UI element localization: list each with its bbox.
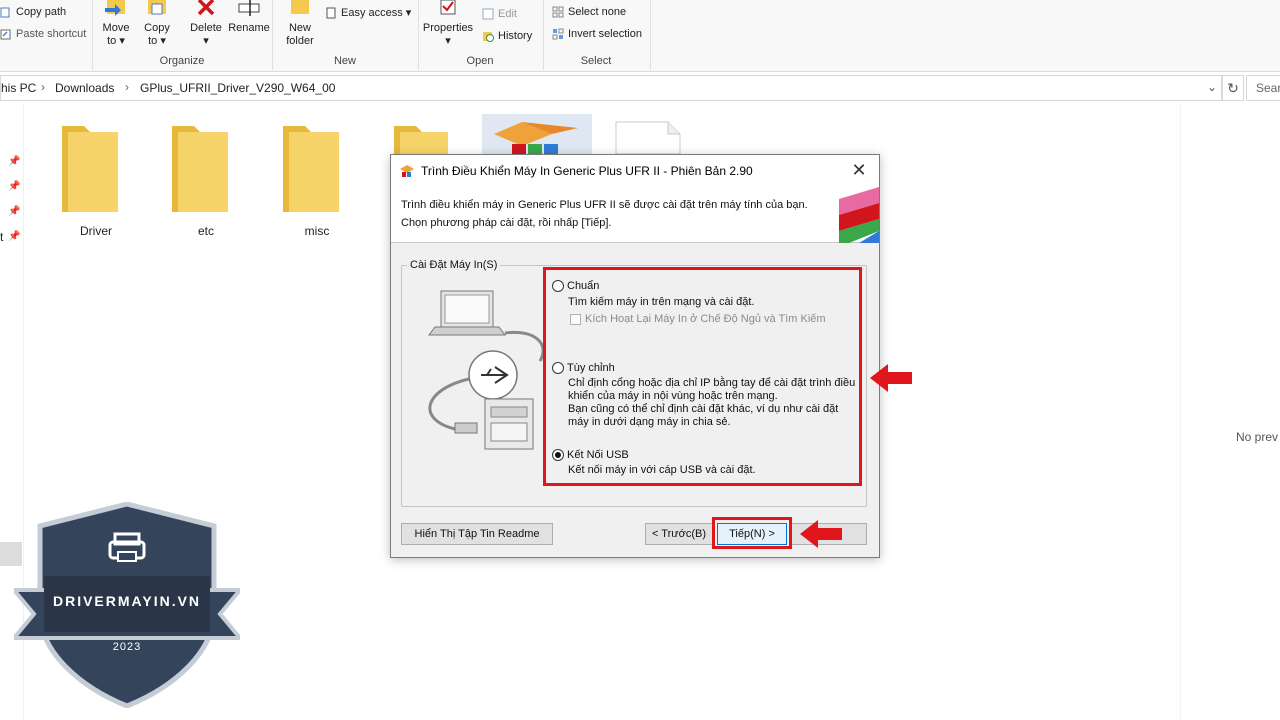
nav-item-partial[interactable]: t [0,230,3,244]
chevron-right-icon: › [125,80,129,94]
new-group-label: New [333,55,356,67]
paste-shortcut-icon [0,28,12,40]
document-file-item[interactable] [612,120,682,155]
dialog-title: Trình Điều Khiển Máy In Generic Plus UFR… [421,164,753,178]
history-icon [482,30,494,42]
close-icon[interactable]: ✕ [847,159,871,183]
folder-item-driver[interactable]: Driver [46,116,146,240]
search-input[interactable]: Sear [1246,75,1280,101]
dialog-intro-line1: Trình điều khiển máy in Generic Plus UFR… [401,199,808,211]
delete-icon [197,0,215,16]
setup-file-item[interactable] [482,114,592,154]
folder-item-etc[interactable]: etc [156,116,256,240]
history-button[interactable]: History [482,30,532,42]
folder-item-partial[interactable] [378,116,468,156]
breadcrumb-downloads[interactable]: Downloads [55,81,114,95]
select-group-label: Select [580,55,612,67]
banner-graphic-icon [839,187,879,246]
easy-access-icon [325,7,337,19]
options-highlight-box [543,267,862,486]
properties-icon [440,0,456,15]
pin-icon: 📌 [8,156,21,167]
dialog-titlebar[interactable]: Trình Điều Khiển Máy In Generic Plus UFR… [391,155,879,187]
dialog-header: Trình điều khiển máy in Generic Plus UFR… [391,187,879,243]
next-button-highlight-box [712,517,792,549]
arrow-left-icon [800,520,842,551]
folder-item-misc[interactable]: misc [267,116,367,240]
copy-path-button[interactable]: Copy path [0,6,66,18]
properties-button[interactable]: Properties ▾ [420,0,476,48]
paste-shortcut-button[interactable]: Paste shortcut [0,28,86,40]
move-to-button[interactable]: Move to ▾ [100,0,132,48]
show-readme-button[interactable]: Hiển Thị Tập Tin Readme [401,523,553,545]
ribbon: Copy path Paste shortcut Move to ▾ Copy … [0,0,1280,72]
dialog-intro-line2: Chọn phương pháp cài đặt, rồi nhấp [Tiếp… [401,217,612,229]
no-preview-text: No prev [1236,430,1279,444]
breadcrumb-driver-folder[interactable]: GPlus_UFRII_Driver_V290_W64_00 [140,81,335,95]
easy-access-button[interactable]: Easy access ▾ [325,6,411,19]
select-none-icon [552,6,564,18]
edit-button[interactable]: Edit [482,8,517,20]
watermark-brand: DRIVERMAYIN.VN [52,593,202,609]
organize-group-label: Organize [159,55,205,67]
pin-icon: 📌 [8,181,21,192]
invert-selection-icon [552,28,564,40]
copy-path-icon [0,6,12,18]
installer-app-icon [399,163,415,182]
file-name: Driver [80,224,112,238]
folder-icon [62,126,118,212]
edit-icon [482,8,494,20]
move-to-icon [105,0,125,16]
laptop-usb-printer-illustration-icon [415,289,555,462]
copy-to-icon [148,0,166,15]
folder-icon [172,126,228,212]
new-folder-icon [291,0,309,14]
chevron-right-icon: › [41,80,45,94]
printer-install-group-label: Cài Đặt Máy In(S) [407,259,501,271]
copy-to-button[interactable]: Copy to ▾ [141,0,173,48]
drivermayin-watermark: DRIVERMAYIN.VN 2023 [14,502,240,708]
watermark-year: 2023 [112,641,142,653]
ribbon-separator [650,0,651,70]
file-name: etc [197,224,214,238]
open-group-label: Open [466,55,494,67]
preview-pane-divider [1180,104,1181,720]
invert-selection-button[interactable]: Invert selection [552,28,642,40]
file-name: misc [304,224,330,238]
installer-box-icon [494,122,578,154]
address-dropdown-chevron-down-icon[interactable]: ⌄ [1207,80,1217,94]
rename-button[interactable]: Rename [228,0,270,35]
arrow-left-icon [870,364,912,395]
select-none-button[interactable]: Select none [552,6,626,18]
pin-icon: 📌 [8,206,21,217]
back-button[interactable]: < Trước(B) [645,523,713,545]
breadcrumb-this-pc[interactable]: his PC [1,81,36,95]
document-icon [615,121,681,155]
rename-icon [238,0,260,16]
folder-icon [283,126,339,212]
folder-icon [394,126,448,156]
refresh-icon[interactable]: ↻ [1222,75,1244,101]
new-folder-button[interactable]: New folder [282,0,318,48]
pin-icon: 📌 [8,231,21,242]
delete-button[interactable]: Delete ▾ [187,0,225,48]
address-bar[interactable]: his PC › Downloads › GPlus_UFRII_Driver_… [0,75,1222,101]
